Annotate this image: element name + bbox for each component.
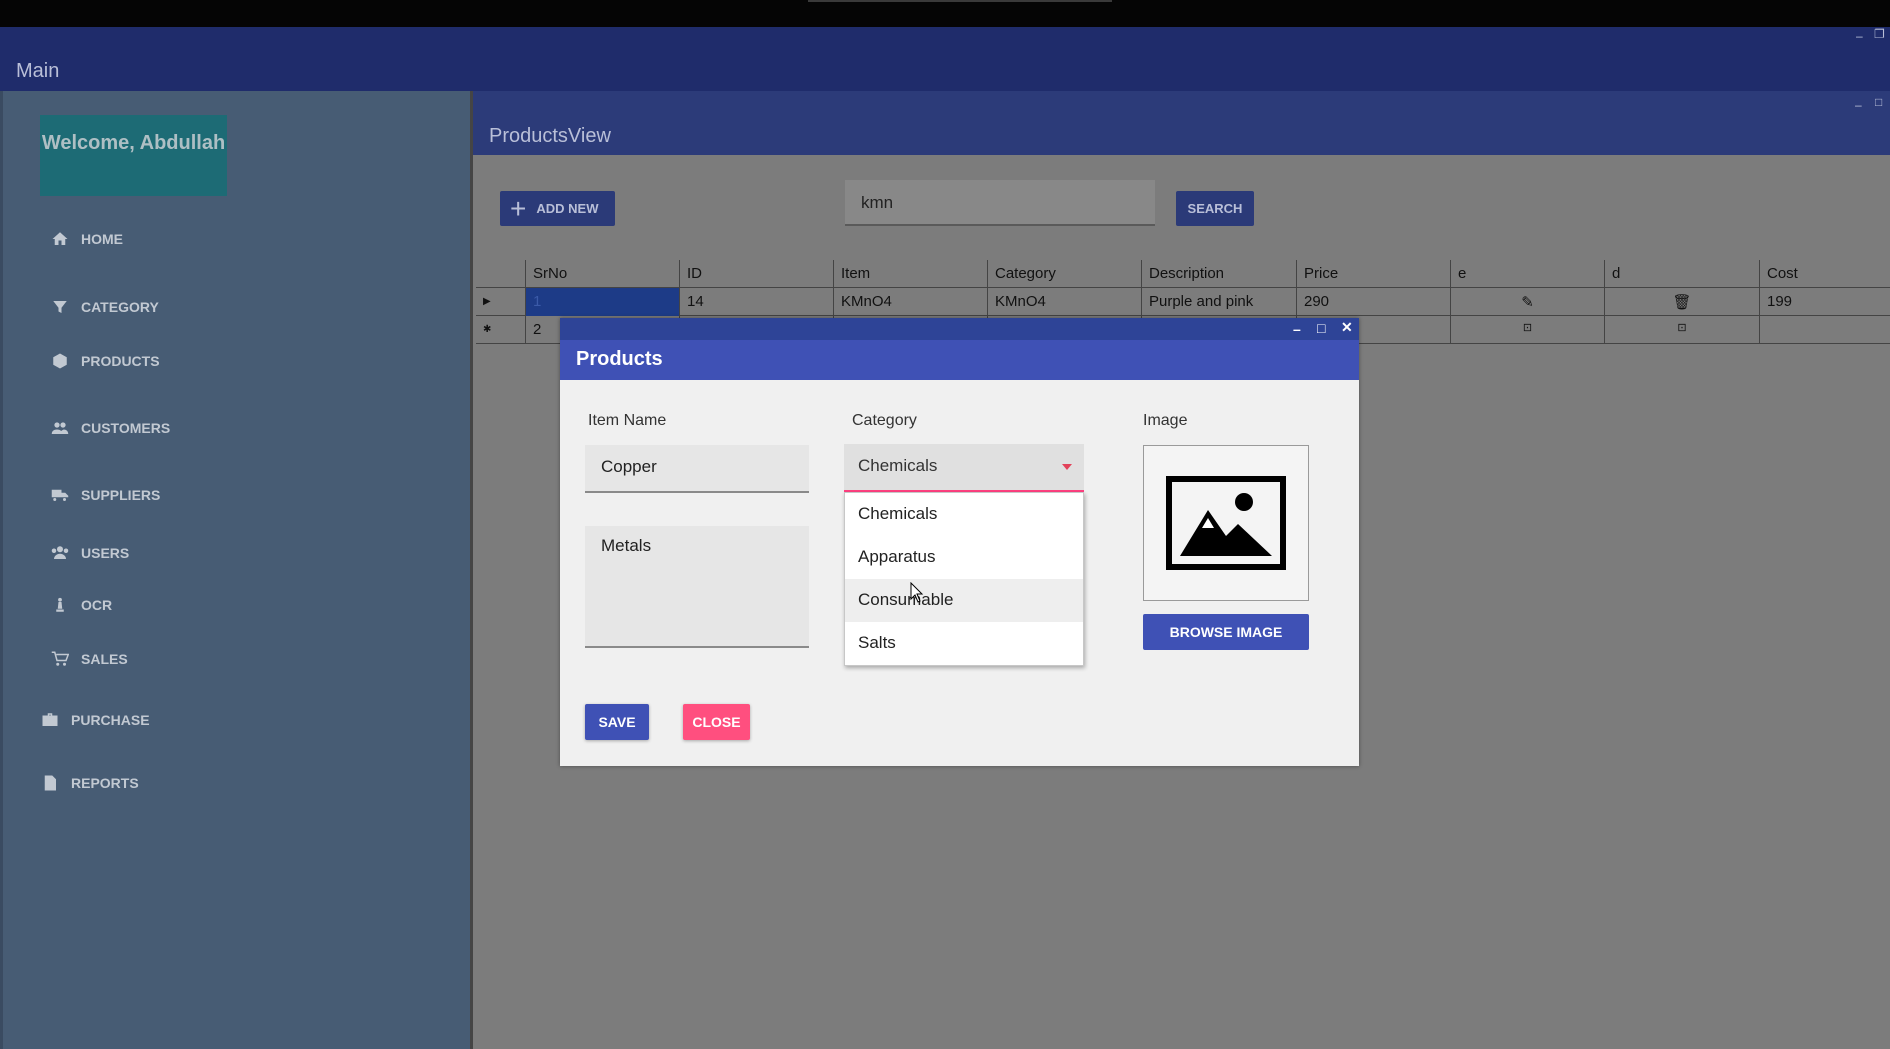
plus-icon: + [510,192,527,224]
sidebar-item-ocr[interactable]: OCR [49,596,112,614]
document-icon [39,774,61,792]
column-header[interactable]: e [1451,260,1605,288]
sidebar-item-home[interactable]: HOME [49,230,123,248]
column-header[interactable]: Cost [1760,260,1890,288]
delete-trash-icon[interactable]: 🗑 [1605,288,1760,316]
minimize-icon[interactable]: – [1855,99,1862,111]
column-header[interactable]: Item [834,260,988,288]
maximize-icon[interactable]: □ [1875,96,1882,108]
new-row-icon: ✱ [476,316,526,344]
cell-description[interactable]: Purple and pink [1142,288,1297,316]
row-pointer-icon: ▶ [476,288,526,316]
category-label: Category [852,412,917,429]
column-header[interactable]: Price [1297,260,1451,288]
category-dropdown-list: Chemicals Apparatus Consumable Salts [844,492,1084,666]
cell-category[interactable]: KMnO4 [988,288,1142,316]
sidebar-item-suppliers[interactable]: SUPPLIERS [49,486,160,504]
minimize-icon[interactable]: – [1856,30,1863,42]
sidebar-item-label: SALES [81,651,128,667]
sidebar-item-label: PRODUCTS [81,353,160,369]
sidebar-item-label: OCR [81,597,113,613]
table-row[interactable]: ▶ 1 14 KMnO4 KMnO4 Purple and pink 290 ✎… [476,288,1890,316]
minimize-icon[interactable]: – [1293,321,1301,337]
cell-srno[interactable]: 1 [526,288,680,316]
briefcase-icon [39,711,61,729]
description-field[interactable]: Metals [585,526,809,648]
sidebar-item-purchase[interactable]: PURCHASE [39,711,150,729]
sidebar: Welcome, Abdullah HOME CATEGORY PRODUCTS… [0,91,470,1049]
truck-icon [49,486,71,504]
sidebar-item-label: HOME [81,231,123,247]
delete-placeholder-icon[interactable]: ⊡ [1605,316,1760,344]
product-image-box[interactable] [1143,445,1309,601]
sidebar-item-category[interactable]: CATEGORY [49,298,159,316]
products-view-header: – □ ProductsView [473,91,1890,155]
welcome-banner: Welcome, Abdullah [40,115,227,196]
maximize-icon[interactable]: □ [1317,320,1325,336]
people-icon [49,419,71,437]
box-icon [49,352,71,370]
column-header[interactable]: ID [680,260,834,288]
image-label: Image [1143,412,1188,429]
row-header-corner [476,260,526,288]
close-button[interactable]: CLOSE [683,704,750,740]
search-button[interactable]: SEARCH [1176,191,1254,226]
item-name-label: Item Name [588,412,667,429]
edit-placeholder-icon[interactable]: ⊡ [1451,316,1605,344]
browse-image-button[interactable]: BROWSE IMAGE [1143,614,1309,650]
sidebar-item-products[interactable]: PRODUCTS [49,352,160,370]
category-option[interactable]: Salts [845,622,1083,665]
cell-cost[interactable] [1760,316,1890,344]
column-header[interactable]: Description [1142,260,1297,288]
main-window-title: Main [16,60,60,82]
image-placeholder-icon [1166,476,1286,570]
dropdown-arrow-icon [1062,464,1072,470]
search-input[interactable]: kmn [845,180,1155,226]
edit-pencil-icon[interactable]: ✎ [1451,288,1605,316]
filter-icon [49,298,71,316]
sidebar-item-users[interactable]: USERS [49,544,129,562]
save-button[interactable]: SAVE [585,704,649,740]
screen-top-bar [0,0,1890,27]
cell-price[interactable]: 290 [1297,288,1451,316]
sidebar-item-label: CATEGORY [81,299,159,315]
dialog-title: Products [560,340,1359,380]
cart-icon [49,650,71,668]
cell-item[interactable]: KMnO4 [834,288,988,316]
cell-id[interactable]: 14 [680,288,834,316]
category-option[interactable]: Consumable [845,579,1083,622]
sidebar-item-label: SUPPLIERS [81,487,161,503]
column-header[interactable]: Category [988,260,1142,288]
cell-cost[interactable]: 199 [1760,288,1890,316]
sidebar-item-label: USERS [81,545,130,561]
category-option[interactable]: Chemicals [845,493,1083,536]
category-select[interactable]: Chemicals [844,444,1084,492]
column-header[interactable]: SrNo [526,260,680,288]
sidebar-item-label: CUSTOMERS [81,420,171,436]
sidebar-item-sales[interactable]: SALES [49,650,128,668]
item-name-field[interactable]: Copper [585,445,809,493]
grid-header-row: SrNo ID Item Category Description Price … [476,260,1890,288]
category-selected-value: Chemicals [858,456,938,475]
sidebar-item-label: PURCHASE [71,712,150,728]
add-new-label: ADD NEW [536,201,599,216]
column-header[interactable]: d [1605,260,1760,288]
restore-icon[interactable]: ❐ [1874,28,1885,40]
category-option[interactable]: Apparatus [845,536,1083,579]
sidebar-item-reports[interactable]: REPORTS [39,774,139,792]
chess-icon [49,596,71,614]
dialog-control-bar: – □ ✕ [560,318,1359,340]
sidebar-item-customers[interactable]: CUSTOMERS [49,419,170,437]
products-dialog: – □ ✕ Products Item Name Copper Metals C… [560,318,1359,766]
close-icon[interactable]: ✕ [1341,319,1353,336]
home-icon [49,230,71,248]
sidebar-item-label: REPORTS [71,775,139,791]
add-new-button[interactable]: + ADD NEW [500,191,615,226]
main-title-bar: Main – ❐ [0,27,1890,91]
mouse-cursor-icon [910,582,924,603]
products-view-title: ProductsView [489,125,611,147]
users-icon [49,544,71,562]
